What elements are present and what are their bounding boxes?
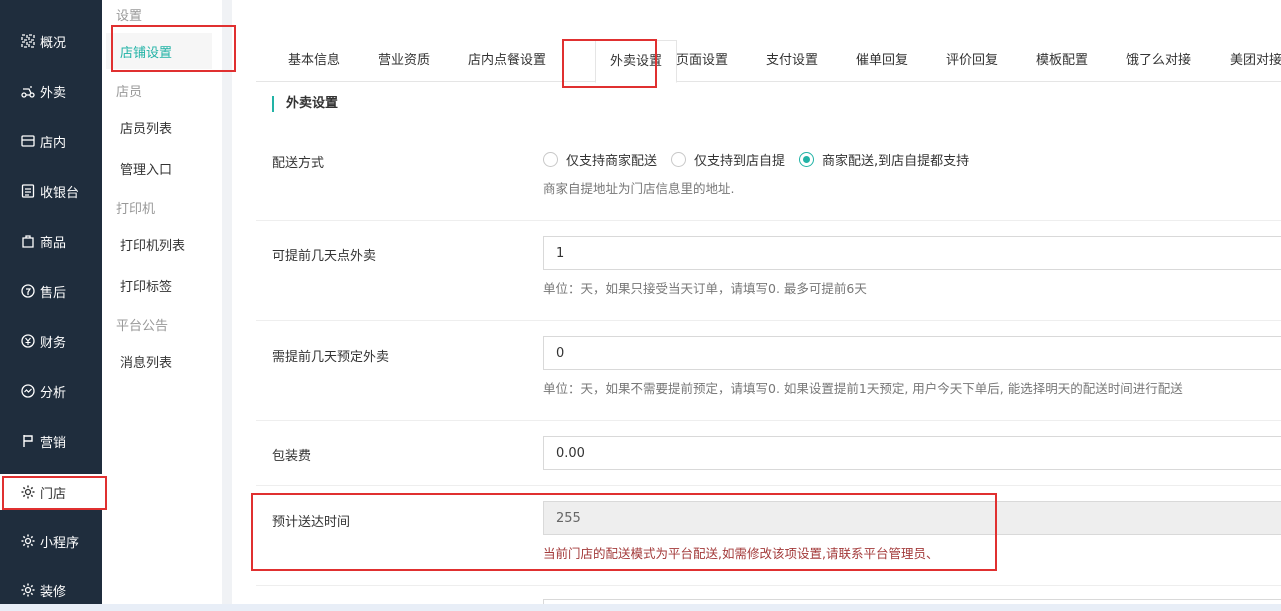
sidebar-item-mini-program[interactable]: 小程序 — [0, 523, 102, 559]
tab-urge-reply[interactable]: 催单回复 — [856, 40, 908, 82]
sidebar-item-after-sales[interactable]: 售后 — [0, 273, 102, 309]
tab-delivery-settings[interactable]: 外卖设置 — [595, 40, 678, 83]
radio-both[interactable]: 商家配送,到店自提都支持 — [799, 150, 969, 169]
subnav-item-printer-list[interactable]: 打印机列表 — [106, 226, 212, 262]
sidebar-item-label: 收银台 — [40, 185, 80, 201]
sidebar-item-finance[interactable]: 财务 — [0, 323, 102, 359]
sidebar-item-cashier[interactable]: 收银台 — [0, 173, 102, 209]
sidebar-item-label: 小程序 — [40, 535, 80, 551]
tab-eleme[interactable]: 饿了么对接 — [1126, 40, 1191, 82]
finance-icon — [20, 333, 36, 349]
subnav-group-notice: 平台公告 — [116, 319, 169, 334]
divider — [256, 585, 1281, 586]
sidebar-item-store[interactable]: 门店 — [0, 474, 102, 510]
gear-icon — [20, 533, 36, 549]
tab-basic-info[interactable]: 基本信息 — [288, 40, 340, 82]
bottom-scroll-area — [0, 604, 1281, 611]
sub-sidebar: 设置 店铺设置 店员 店员列表 管理入口 打印机 打印机列表 打印标签 平台公告… — [102, 0, 222, 604]
tab-meituan[interactable]: 美团对接 — [1230, 40, 1281, 82]
subnav-item-staff-list[interactable]: 店员列表 — [106, 109, 212, 145]
estimated-time-input — [543, 501, 1281, 535]
divider — [256, 320, 1281, 321]
sidebar-item-label: 营销 — [40, 435, 67, 451]
subnav-group-staff: 店员 — [116, 85, 143, 100]
radio-label: 商家配送,到店自提都支持 — [822, 154, 970, 169]
sidebar-item-label: 商品 — [40, 235, 67, 251]
main-sidebar: 概况 外卖 店内 收银台 商品 售后 财务 分析 营销 门店 小程序 装修 — [0, 0, 102, 604]
preorder-days-input[interactable] — [543, 336, 1281, 370]
tab-review-reply[interactable]: 评价回复 — [946, 40, 998, 82]
dine-in-icon — [20, 133, 36, 149]
subnav-item-store-settings[interactable]: 店铺设置 — [106, 33, 212, 69]
gear-icon — [20, 484, 36, 500]
sidebar-item-dine-in[interactable]: 店内 — [0, 123, 102, 159]
radio-circle — [671, 152, 687, 167]
delivery-icon — [20, 83, 36, 99]
sidebar-item-goods[interactable]: 商品 — [0, 223, 102, 259]
tab-template-config[interactable]: 模板配置 — [1036, 40, 1088, 82]
advance-days-label: 可提前几天点外卖 — [272, 249, 377, 264]
gear-icon — [20, 582, 36, 598]
radio-self-pickup[interactable]: 仅支持到店自提 — [671, 150, 785, 169]
subnav-item-print-label[interactable]: 打印标签 — [106, 267, 212, 303]
sidebar-item-analysis[interactable]: 分析 — [0, 373, 102, 409]
estimated-time-label: 预计送达时间 — [272, 515, 351, 530]
radio-label: 仅支持商家配送 — [566, 154, 658, 169]
overview-icon — [20, 33, 36, 49]
sidebar-item-label: 概况 — [40, 35, 67, 51]
radio-label: 仅支持到店自提 — [694, 154, 786, 169]
marketing-icon — [20, 433, 36, 449]
cashier-icon — [20, 183, 36, 199]
tab-payment-settings[interactable]: 支付设置 — [766, 40, 818, 82]
estimated-time-warning: 当前门店的配送模式为平台配送,如需修改该项设置,请联系平台管理员、 — [543, 546, 939, 561]
delivery-mode-help: 商家自提地址为门店信息里的地址. — [543, 181, 735, 196]
packing-fee-label: 包装费 — [272, 449, 312, 464]
delivery-mode-radio-group: 仅支持商家配送 仅支持到店自提 商家配送,到店自提都支持 — [543, 150, 983, 169]
subnav-group-settings: 设置 — [116, 9, 143, 24]
sidebar-item-overview[interactable]: 概况 — [0, 23, 102, 59]
radio-circle — [799, 152, 815, 167]
main-panel: 基本信息 营业资质 店内点餐设置 外卖设置 页面设置 支付设置 催单回复 评价回… — [232, 0, 1281, 609]
sidebar-item-decoration[interactable]: 装修 — [0, 572, 102, 608]
packing-fee-input[interactable] — [543, 436, 1281, 470]
section-title: 外卖设置 — [272, 96, 338, 112]
radio-merchant-delivery[interactable]: 仅支持商家配送 — [543, 150, 657, 169]
tab-page-settings[interactable]: 页面设置 — [676, 40, 728, 82]
advance-days-help: 单位：天，如果只接受当天订单，请填写0. 最多可提前6天 — [543, 281, 867, 296]
analysis-icon — [20, 383, 36, 399]
settings-tabs: 基本信息 营业资质 店内点餐设置 外卖设置 页面设置 支付设置 催单回复 评价回… — [256, 40, 1281, 83]
sidebar-item-label: 店内 — [40, 135, 67, 151]
subnav-item-message-list[interactable]: 消息列表 — [106, 343, 212, 379]
advance-days-input[interactable] — [543, 236, 1281, 270]
sidebar-item-label: 售后 — [40, 285, 67, 301]
tab-dine-in-settings[interactable]: 店内点餐设置 — [468, 40, 546, 82]
divider — [256, 420, 1281, 421]
delivery-mode-label: 配送方式 — [272, 156, 325, 171]
after-sales-icon — [20, 283, 36, 299]
sidebar-item-delivery[interactable]: 外卖 — [0, 73, 102, 109]
sidebar-item-label: 财务 — [40, 335, 67, 351]
radio-circle — [543, 152, 558, 167]
goods-icon — [20, 233, 36, 249]
divider — [256, 485, 1281, 486]
subnav-item-manage-entry[interactable]: 管理入口 — [106, 150, 212, 186]
sidebar-item-label: 装修 — [40, 584, 67, 600]
preorder-days-help: 单位：天，如果不需要提前预定，请填写0. 如果设置提前1天预定, 用户今天下单后… — [543, 381, 1183, 396]
sidebar-item-label: 分析 — [40, 385, 67, 401]
preorder-days-label: 需提前几天预定外卖 — [272, 350, 390, 365]
subnav-group-printer: 打印机 — [116, 202, 156, 217]
tab-business-license[interactable]: 营业资质 — [378, 40, 430, 82]
sidebar-item-marketing[interactable]: 营销 — [0, 423, 102, 459]
sidebar-item-label: 门店 — [40, 486, 67, 502]
sidebar-item-label: 外卖 — [40, 85, 67, 101]
divider — [256, 220, 1281, 221]
